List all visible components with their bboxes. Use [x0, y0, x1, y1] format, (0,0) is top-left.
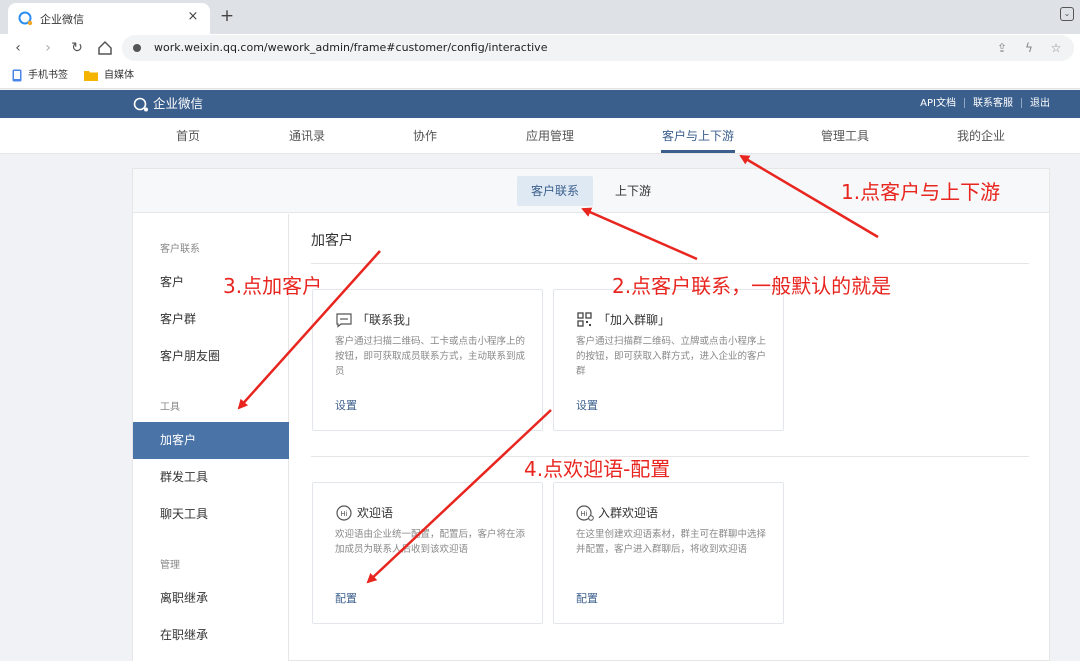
nav-my-enterprise[interactable]: 我的企业: [936, 127, 1026, 144]
bookmarks-bar: 手机书签 自媒体: [0, 62, 1080, 89]
extension-icon[interactable]: ϟ: [1021, 40, 1037, 56]
logo-text: 企业微信: [153, 96, 204, 111]
hi-icon: Hi: [336, 505, 352, 521]
folder-icon: [84, 70, 98, 81]
contact-support-link[interactable]: 联系客服: [973, 98, 1013, 109]
card-description: 在这里创建欢迎语素材，群主可在群聊中选择并配置，客户进入群聊后，将收到欢迎语: [576, 529, 767, 555]
nav-customers-upstream[interactable]: 客户与上下游: [653, 127, 743, 144]
join-group-settings-link[interactable]: 设置: [576, 397, 598, 413]
nav-active-indicator: [661, 150, 735, 153]
sidebar-item-moments[interactable]: 客户朋友圈: [133, 338, 289, 375]
wecom-logo-icon: [133, 97, 148, 111]
card-join-group: 「加入群聊」 客户通过扫描群二维码、立牌或点击小程序上的按钮，即可获取入群方式，…: [553, 289, 784, 431]
card-description: 客户通过扫描二维码、工卡或点击小程序上的按钮，即可获取成员联系方式，主动联系到成…: [335, 336, 526, 377]
window-menu-icon[interactable]: ⌄: [1060, 7, 1074, 21]
sidebar-item-resigned-inheritance[interactable]: 离职继承: [133, 580, 289, 617]
share-icon[interactable]: ⇪: [994, 40, 1010, 56]
nav-contacts[interactable]: 通讯录: [262, 127, 352, 144]
bookmark-mobile[interactable]: 手机书签: [12, 67, 68, 85]
nav-app-management[interactable]: 应用管理: [505, 127, 595, 144]
svg-text:Hi: Hi: [340, 510, 347, 518]
hi-group-icon: Hi: [576, 505, 594, 521]
card-contact-me: 「联系我」 客户通过扫描二维码、工卡或点击小程序上的按钮，即可获取成员联系方式，…: [312, 289, 543, 431]
browser-toolbar: ‹ › ↻ work.weixin.qq.com/wework_admin/fr…: [0, 34, 1080, 62]
card-title: 「加入群聊」: [598, 313, 671, 327]
card-title: 欢迎语: [357, 506, 394, 520]
card-description: 客户通过扫描群二维码、立牌或点击小程序上的按钮，即可获取入群方式，进入企业的客户…: [576, 336, 767, 377]
tab-title: 企业微信: [40, 13, 84, 26]
tab-customer-contact[interactable]: 客户联系: [517, 176, 594, 206]
bookmark-label: 自媒体: [104, 70, 134, 81]
divider: [311, 263, 1029, 264]
contact-me-settings-link[interactable]: 设置: [335, 397, 357, 413]
mobile-bookmark-icon: [12, 69, 22, 81]
card-welcome-message: Hi 欢迎语 欢迎语由企业统一配置，配置后，客户将在添加成员为联系人后收到该欢迎…: [312, 482, 543, 624]
browser-tab-strip: 企业微信 × + ⌄: [0, 0, 1080, 34]
address-bar[interactable]: work.weixin.qq.com/wework_admin/frame#cu…: [122, 35, 1074, 61]
api-docs-link[interactable]: API文档: [920, 98, 956, 109]
divider: [1021, 98, 1022, 108]
sidebar-group-tools: 工具: [160, 402, 180, 413]
header-links: API文档 联系客服 退出: [920, 97, 1050, 111]
app-header: 企业微信 API文档 联系客服 退出: [0, 90, 1080, 118]
message-icon: [336, 313, 352, 328]
sidebar-item-chat-tools[interactable]: 聊天工具: [133, 496, 289, 533]
sidebar-item-mass-messaging[interactable]: 群发工具: [133, 459, 289, 496]
tab-close-icon[interactable]: ×: [184, 8, 202, 26]
logout-link[interactable]: 退出: [1030, 98, 1050, 109]
sidebar-item-customer-groups[interactable]: 客户群: [133, 301, 289, 338]
forward-icon[interactable]: ›: [38, 38, 58, 58]
main-nav: 首页 通讯录 协作 应用管理 客户与上下游 管理工具 我的企业: [0, 118, 1080, 154]
home-icon[interactable]: [95, 38, 115, 58]
sidebar-item-active-inheritance[interactable]: 在职继承: [133, 617, 289, 654]
qrcode-icon: [577, 312, 592, 327]
lock-icon: [133, 44, 141, 52]
annotation-step2: 2.点客户联系，一般默认的就是: [612, 274, 892, 298]
bookmark-folder[interactable]: 自媒体: [84, 67, 134, 85]
card-description: 欢迎语由企业统一配置，配置后，客户将在添加成员为联系人后收到该欢迎语: [335, 529, 526, 555]
url-text[interactable]: work.weixin.qq.com/wework_admin/frame#cu…: [154, 41, 547, 54]
wecom-logo[interactable]: 企业微信: [132, 95, 203, 113]
nav-collaboration[interactable]: 协作: [380, 127, 470, 144]
card-title: 「联系我」: [357, 313, 418, 327]
page-title: 加客户: [311, 233, 353, 249]
new-tab-icon[interactable]: +: [217, 6, 237, 26]
card-title: 入群欢迎语: [598, 506, 659, 520]
reload-icon[interactable]: ↻: [67, 38, 87, 58]
divider: [964, 98, 965, 108]
bookmark-label: 手机书签: [28, 70, 68, 81]
sidebar-group-customer-contact: 客户联系: [160, 244, 200, 255]
card-group-welcome: Hi 入群欢迎语 在这里创建欢迎语素材，群主可在群聊中选择并配置，客户进入群聊后…: [553, 482, 784, 624]
svg-text:Hi: Hi: [580, 510, 587, 518]
browser-tab[interactable]: 企业微信 ×: [8, 3, 210, 34]
nav-home[interactable]: 首页: [143, 127, 233, 144]
group-welcome-config-link[interactable]: 配置: [576, 590, 598, 606]
annotation-step1: 1.点客户与上下游: [841, 180, 1001, 204]
welcome-message-config-link[interactable]: 配置: [335, 590, 357, 606]
content-panel: 客户联系 上下游 客户联系 客户 客户群 客户朋友圈 工具 加客户 群发工具 聊…: [132, 168, 1050, 661]
annotation-step3: 3.点加客户: [223, 274, 323, 298]
back-icon[interactable]: ‹: [8, 38, 28, 58]
annotation-step4: 4.点欢迎语-配置: [524, 457, 671, 481]
nav-management-tools[interactable]: 管理工具: [800, 127, 890, 144]
bookmark-star-icon[interactable]: ☆: [1048, 40, 1064, 56]
tab-upstream-downstream[interactable]: 上下游: [601, 176, 665, 206]
sidebar-group-management: 管理: [160, 560, 180, 571]
sidebar-item-add-customers[interactable]: 加客户: [133, 422, 289, 459]
wecom-favicon-icon: [18, 11, 33, 26]
